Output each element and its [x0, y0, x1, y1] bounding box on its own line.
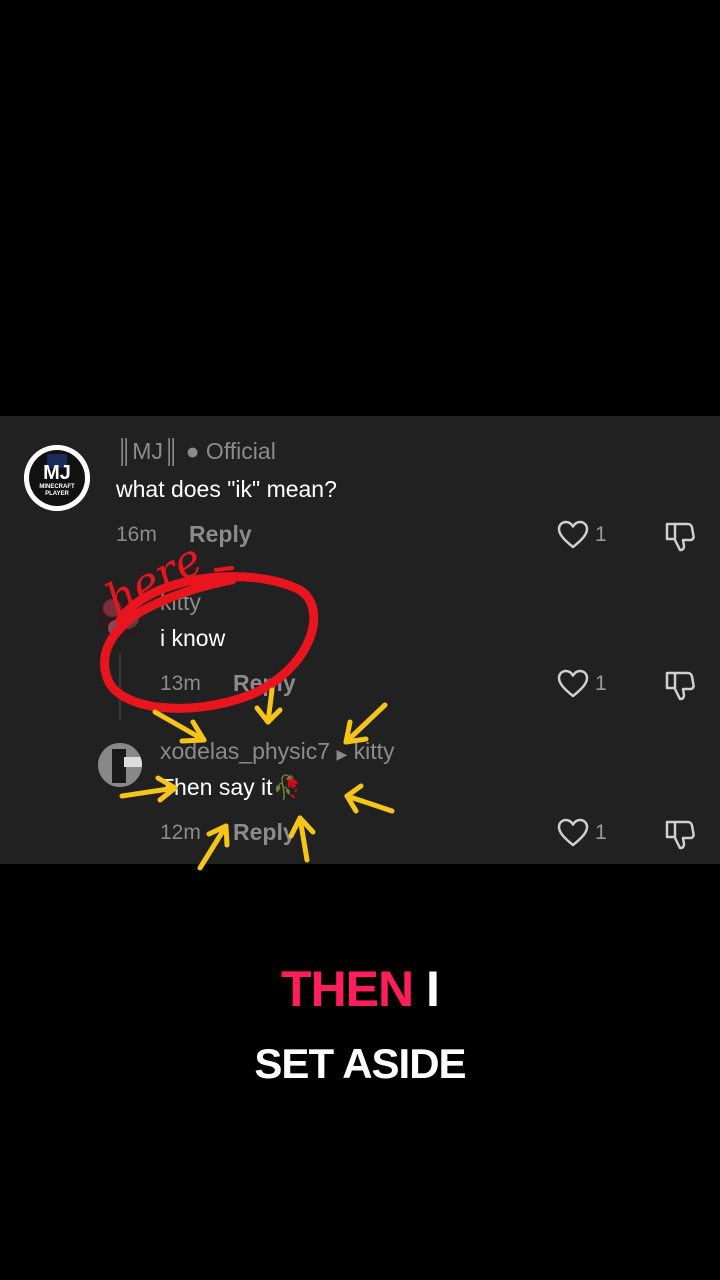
thread-line: [119, 654, 121, 720]
comment-text: what does "ik" mean?: [116, 476, 337, 502]
like-button[interactable]: 1: [557, 669, 607, 699]
username[interactable]: kitty: [160, 589, 201, 616]
like-button[interactable]: 1: [557, 818, 607, 848]
comment-text: i know: [160, 625, 226, 651]
comment-time: 12m: [160, 821, 201, 844]
heart-icon: [557, 818, 589, 847]
reply-to-name: kitty: [353, 738, 395, 764]
caption-line-2: SET ASIDE: [254, 1040, 466, 1087]
official-badge: ● Official: [185, 438, 276, 464]
heart-icon: [557, 669, 589, 698]
like-button[interactable]: 1: [557, 520, 607, 550]
avatar-subtext: MINECRAFT PLAYER: [39, 484, 75, 497]
like-count: 1: [595, 523, 607, 546]
username-name: ║MJ║: [116, 438, 180, 464]
like-count: 1: [595, 672, 607, 695]
thumbs-down-icon: [665, 820, 695, 850]
avatar[interactable]: [98, 743, 142, 787]
avatar-text: MJ: [43, 462, 71, 484]
caption-line-1: THEN I: [0, 960, 720, 1018]
reply-arrow-icon: ▶: [336, 746, 348, 762]
username-name: xodelas_physic7: [160, 738, 331, 764]
heart-icon: [557, 520, 589, 549]
username[interactable]: ║MJ║ ● Official: [116, 438, 276, 465]
username[interactable]: xodelas_physic7 ▶ kitty: [160, 738, 395, 765]
reply-button[interactable]: Reply: [189, 521, 252, 548]
caption-highlight: THEN: [281, 961, 414, 1017]
dislike-button[interactable]: [664, 818, 696, 855]
avatar[interactable]: MJ MINECRAFT PLAYER: [24, 445, 90, 511]
reply-button[interactable]: Reply: [233, 670, 296, 697]
thumbs-down-icon: [665, 671, 695, 701]
dislike-button[interactable]: [664, 520, 696, 557]
comments-panel: MJ MINECRAFT PLAYER ║MJ║ ● Official what…: [0, 416, 720, 864]
dislike-button[interactable]: [664, 669, 696, 706]
comment-text: Then say it🥀: [160, 774, 302, 800]
comment-time: 16m: [116, 523, 157, 546]
comment-time: 13m: [160, 672, 201, 695]
avatar[interactable]: [98, 594, 142, 638]
caption-word: I: [426, 961, 440, 1017]
thumbs-down-icon: [665, 522, 695, 552]
reply-button[interactable]: Reply: [233, 819, 296, 846]
like-count: 1: [595, 821, 607, 844]
